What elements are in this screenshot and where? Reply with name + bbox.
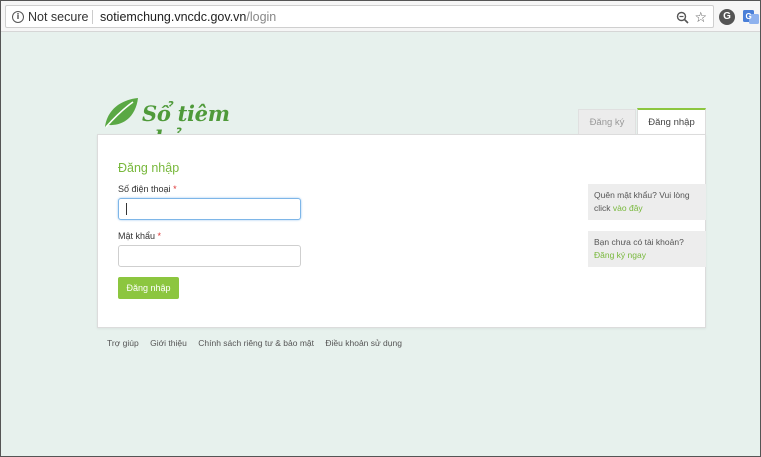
form-title: Đăng nhập bbox=[118, 161, 180, 175]
omnibox-separator bbox=[92, 10, 93, 24]
text-caret bbox=[126, 203, 127, 215]
phone-label-text: Số điện thoại bbox=[118, 184, 171, 194]
url-host: sotiemchung.vncdc.gov.vn bbox=[100, 10, 247, 24]
url-path: /login bbox=[246, 10, 277, 24]
no-account-box: Bạn chưa có tài khoản? Đăng ký ngay bbox=[588, 231, 706, 267]
zoom-icon[interactable] bbox=[676, 11, 689, 24]
leaf-icon bbox=[105, 98, 138, 128]
svg-text:G: G bbox=[746, 12, 752, 21]
password-label-text: Mật khẩu bbox=[118, 231, 156, 241]
browser-address-bar: i Not secure sotiemchung.vncdc.gov.vn/lo… bbox=[1, 1, 760, 32]
security-status[interactable]: Not secure bbox=[28, 10, 88, 24]
footer-link-about[interactable]: Giới thiệu bbox=[150, 338, 187, 348]
forgot-password-link[interactable]: vào đây bbox=[613, 203, 643, 213]
extension-g-icon[interactable]: G bbox=[719, 9, 735, 25]
phone-input[interactable] bbox=[118, 198, 301, 220]
password-input[interactable] bbox=[118, 245, 301, 267]
login-button[interactable]: Đăng nhập bbox=[118, 277, 179, 299]
no-account-text: Bạn chưa có tài khoản? bbox=[594, 237, 684, 247]
tab-login[interactable]: Đăng nhập bbox=[637, 108, 706, 135]
footer-link-help[interactable]: Trợ giúp bbox=[107, 338, 139, 348]
footer-link-terms[interactable]: Điều khoản sử dụng bbox=[325, 338, 402, 348]
footer-link-privacy[interactable]: Chính sách riêng tư & bảo mật bbox=[198, 338, 314, 348]
info-icon[interactable]: i bbox=[12, 11, 24, 23]
forgot-password-box: Quên mật khẩu? Vui lòng click vào đây bbox=[588, 184, 706, 220]
url-text[interactable]: sotiemchung.vncdc.gov.vn/login bbox=[100, 10, 276, 24]
footer-links: Trợ giúp Giới thiệu Chính sách riêng tư … bbox=[107, 338, 411, 348]
required-mark: * bbox=[157, 231, 162, 241]
required-mark: * bbox=[173, 184, 177, 194]
translate-extension-icon[interactable]: G bbox=[743, 9, 759, 25]
phone-label: Số điện thoại * bbox=[118, 184, 177, 194]
register-now-link[interactable]: Đăng ký ngay bbox=[594, 249, 700, 262]
login-card: Đăng nhập Số điện thoại * Mật khẩu * Đăn… bbox=[97, 134, 706, 328]
bookmark-star-icon[interactable]: ☆ bbox=[694, 9, 707, 25]
site-logo[interactable]: Sổ tiêm chủng bbox=[103, 97, 283, 151]
password-label: Mật khẩu * bbox=[118, 231, 161, 241]
tab-register[interactable]: Đăng ký bbox=[578, 109, 636, 135]
omnibox[interactable]: i Not secure sotiemchung.vncdc.gov.vn/lo… bbox=[5, 5, 714, 28]
